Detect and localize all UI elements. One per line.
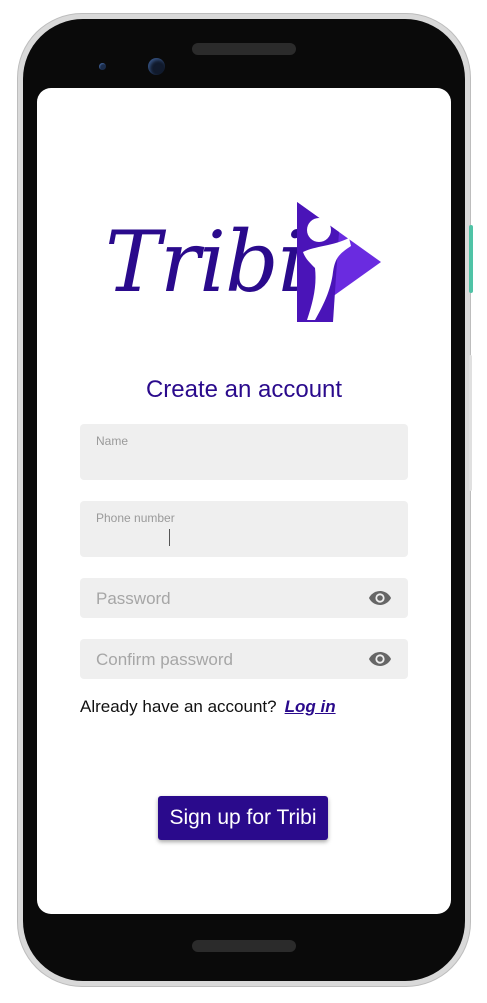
earpiece-speaker	[192, 43, 296, 55]
password-placeholder: Password	[96, 589, 171, 608]
login-prompt-row: Already have an account? Log in	[80, 697, 336, 717]
power-button	[469, 225, 473, 293]
phone-number-field[interactable]: Phone number	[80, 501, 408, 557]
logo-play-person-icon	[297, 202, 381, 322]
phone-number-field-label: Phone number	[96, 511, 175, 525]
logo-wordmark: Tribi	[105, 213, 305, 311]
tribi-logo: Tribi	[105, 200, 385, 324]
name-field-label: Name	[96, 434, 129, 448]
volume-button	[469, 355, 472, 491]
sign-up-button[interactable]: Sign up for Tribi	[158, 796, 328, 840]
password-field[interactable]: Password	[80, 578, 408, 618]
eye-icon[interactable]	[368, 588, 392, 608]
confirm-password-field[interactable]: Confirm password	[80, 639, 408, 679]
front-camera-icon	[148, 58, 165, 75]
name-field[interactable]: Name	[80, 424, 408, 480]
page-title: Create an account	[145, 376, 343, 403]
app-screen: Tribi Create an account Name Phone numbe…	[37, 88, 451, 914]
login-prompt-text: Already have an account?	[80, 697, 277, 716]
text-cursor	[169, 529, 170, 546]
login-link[interactable]: Log in	[285, 697, 336, 716]
sensor-icon	[99, 63, 106, 70]
eye-icon[interactable]	[368, 649, 392, 669]
confirm-password-placeholder: Confirm password	[96, 650, 233, 669]
bottom-speaker	[192, 940, 296, 952]
